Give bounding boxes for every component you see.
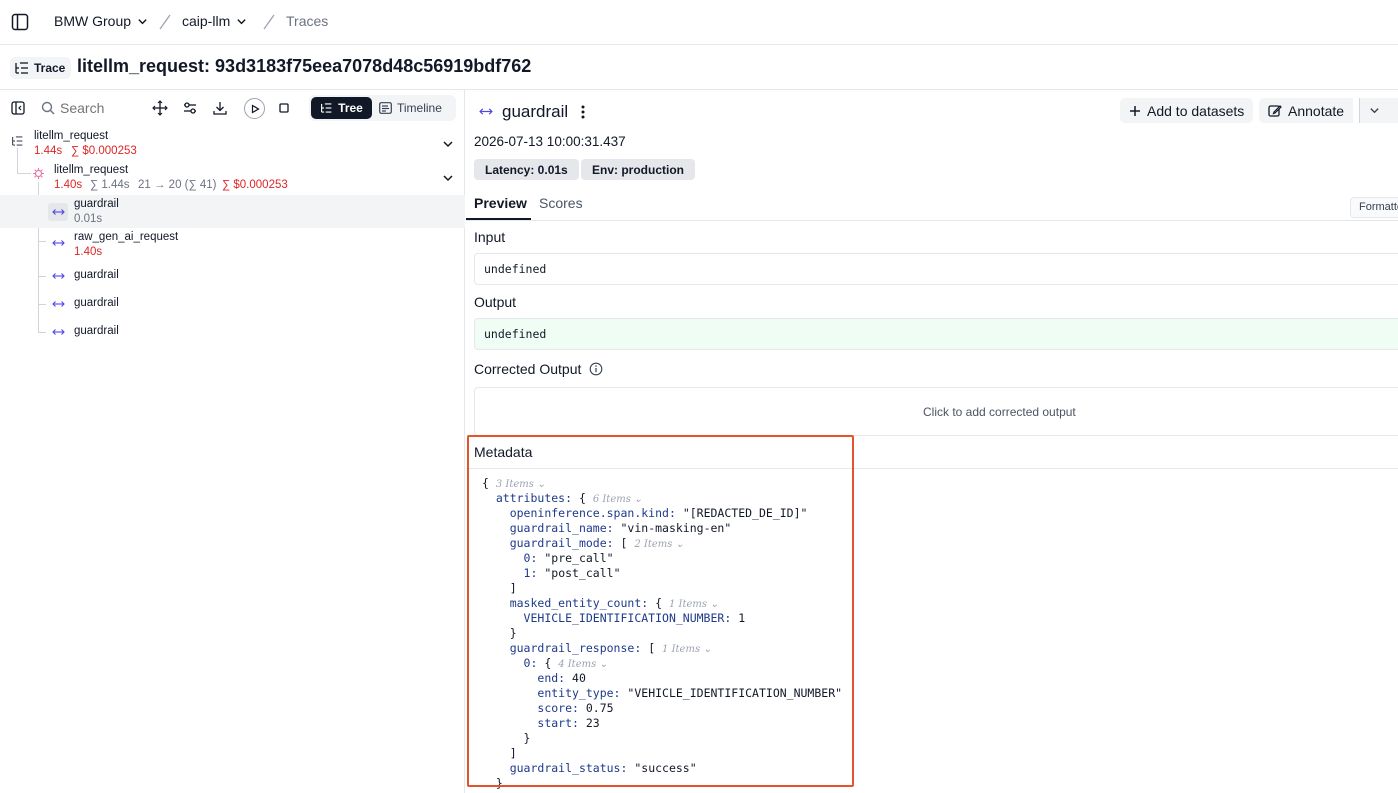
list-tree-icon — [321, 103, 332, 113]
view-toggle: Tree Timeline — [309, 95, 456, 121]
trace-header: Trace litellm_request: 93d3183f75eea7078… — [0, 45, 1398, 90]
settings-sliders-icon[interactable] — [181, 99, 199, 117]
trace-tree-panel: Tree Timeline litellm_request 1.44s ∑ $0… — [0, 90, 465, 793]
tree-toolbar: Tree Timeline — [0, 90, 465, 126]
node-latency: 1.40s — [74, 246, 103, 258]
chevron-down-icon — [1370, 108, 1379, 114]
chevron-down-icon[interactable] — [442, 138, 454, 150]
node-cost: ∑ $0.000253 — [71, 145, 137, 157]
span-title: guardrail — [502, 102, 569, 121]
node-latency: 1.44s — [34, 145, 63, 157]
span-timestamp: 2026-07-13 10:00:31.437 — [474, 134, 626, 149]
corrected-output-label: Corrected Output — [474, 361, 582, 377]
span-arrows-icon — [50, 296, 66, 312]
edit-icon — [1268, 104, 1282, 117]
info-icon[interactable] — [589, 362, 603, 376]
input-value: undefined — [474, 253, 1398, 285]
node-name: guardrail — [74, 297, 119, 309]
breadcrumb-separator-icon — [263, 14, 275, 30]
node-name: guardrail — [74, 325, 119, 337]
span-arrows-icon — [479, 108, 493, 115]
tree-view-button[interactable]: Tree — [311, 97, 372, 119]
detail-tabs: Preview Scores Formatted — [466, 190, 1398, 221]
breadcrumb-separator-icon — [159, 14, 171, 30]
sidebar-toggle-icon[interactable] — [11, 13, 29, 31]
tree-node-span[interactable]: guardrail — [0, 324, 465, 344]
search-input[interactable] — [60, 99, 140, 117]
chevron-down-icon[interactable] — [442, 172, 454, 184]
download-icon[interactable] — [211, 99, 229, 117]
top-bar: BMW Group caip-llm Traces — [0, 0, 1398, 45]
span-arrows-icon — [48, 203, 68, 221]
output-label: Output — [474, 294, 517, 310]
annotate-dropdown-button[interactable] — [1359, 98, 1398, 123]
tree-node-span[interactable]: raw_gen_ai_request 1.40s — [0, 229, 465, 262]
plus-icon — [1130, 105, 1140, 116]
format-toggle-button[interactable]: Formatted — [1350, 197, 1398, 218]
node-name: guardrail — [74, 198, 119, 210]
latency-badge: Latency: 0.01s — [474, 159, 579, 180]
stop-icon[interactable] — [275, 99, 293, 117]
chevron-down-icon — [138, 18, 147, 24]
metadata-highlight-box — [467, 435, 854, 787]
tree-node-span[interactable]: guardrail 0.01s — [0, 195, 465, 228]
corrected-output-input[interactable]: Click to add corrected output — [474, 387, 1398, 436]
tree-node-child[interactable]: litellm_request 1.40s ∑ 1.44s 21 → 20 (∑… — [0, 162, 465, 194]
node-latency: 1.40s — [54, 179, 83, 191]
env-badge: Env: production — [581, 159, 695, 180]
input-label: Input — [474, 229, 506, 245]
tab-scores[interactable]: Scores — [539, 195, 583, 211]
llm-generation-icon — [30, 165, 46, 181]
timeline-icon — [379, 102, 392, 114]
node-cost: ∑ $0.000253 — [222, 179, 288, 191]
active-tab-indicator — [466, 218, 531, 220]
node-name: litellm_request — [34, 130, 109, 142]
expand-all-icon[interactable] — [151, 99, 169, 117]
node-name: raw_gen_ai_request — [74, 231, 179, 243]
node-latency: 0.01s — [74, 213, 103, 225]
breadcrumb-org[interactable]: BMW Group — [54, 13, 148, 29]
span-arrows-icon — [50, 268, 66, 284]
tree-node-root[interactable]: litellm_request 1.44s ∑ $0.000253 — [0, 128, 465, 160]
trace-list-icon — [9, 133, 25, 149]
span-arrows-icon — [50, 324, 66, 340]
play-icon[interactable] — [244, 98, 265, 119]
tree-node-span[interactable]: guardrail — [0, 296, 465, 316]
more-options-icon[interactable] — [580, 104, 586, 120]
node-total-latency: ∑ 1.44s — [90, 179, 130, 191]
list-tree-icon — [15, 62, 28, 74]
output-value: undefined — [474, 318, 1398, 350]
add-to-datasets-button[interactable]: Add to datasets — [1120, 98, 1254, 123]
chevron-down-icon — [237, 18, 246, 24]
node-name: litellm_request — [54, 164, 129, 176]
panel-collapse-icon[interactable] — [9, 99, 27, 117]
tree-node-span[interactable]: guardrail — [0, 268, 465, 288]
node-name: guardrail — [74, 269, 119, 281]
tab-preview[interactable]: Preview — [474, 195, 527, 211]
span-arrows-icon — [50, 235, 66, 251]
trace-badge: Trace — [10, 57, 72, 79]
search-icon — [39, 99, 57, 117]
span-detail-panel: guardrail Add to datasets Annotate 2026-… — [466, 90, 1398, 793]
timeline-view-button[interactable]: Timeline — [379, 97, 453, 119]
annotate-button[interactable]: Annotate — [1259, 98, 1354, 123]
node-tokens: 21 → 20 (∑ 41) — [138, 179, 217, 191]
trace-title: litellm_request: 93d3183f75eea7078d48c56… — [77, 56, 532, 76]
breadcrumb-page[interactable]: Traces — [286, 13, 328, 29]
breadcrumb-project[interactable]: caip-llm — [182, 13, 247, 29]
